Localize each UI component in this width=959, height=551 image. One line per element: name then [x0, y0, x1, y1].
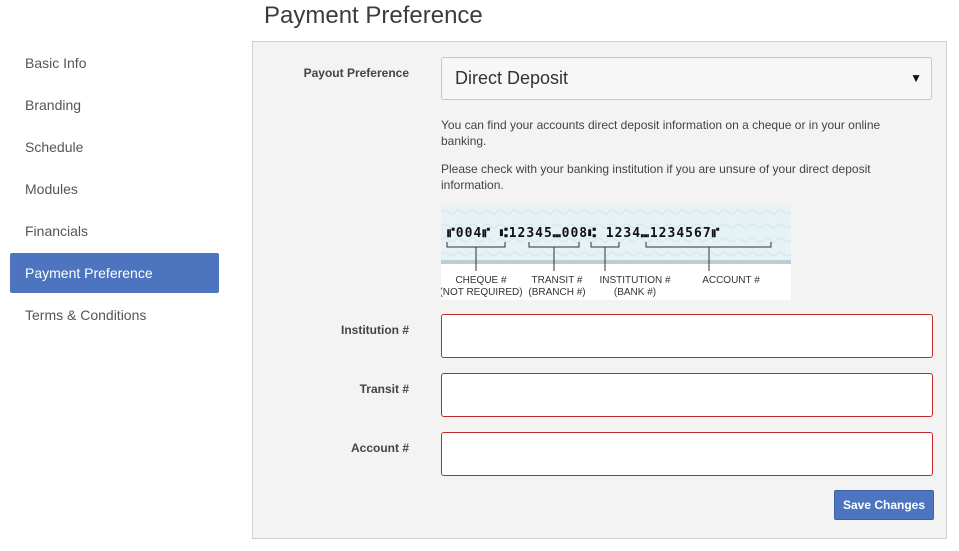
cheque-sub-label: (NOT REQUIRED): [441, 287, 523, 298]
sidebar-item-financials[interactable]: Financials: [10, 211, 219, 251]
caret-down-icon: ▼: [910, 71, 922, 85]
sidebar-item-basic-info[interactable]: Basic Info: [10, 43, 219, 83]
institution-input[interactable]: [441, 314, 933, 358]
payment-form-panel: Payout Preference Direct Deposit ▼ You c…: [252, 41, 947, 539]
micr-line: ⑈004⑈ ⑆12345⑉008⑆ 1234⑉1234567⑈: [447, 226, 720, 241]
transit-label: Transit #: [359, 382, 409, 396]
sidebar-item-terms-conditions[interactable]: Terms & Conditions: [10, 295, 219, 335]
cheque-diagram: ⑈004⑈ ⑆12345⑉008⑆ 1234⑉1234567⑈ CHEQUE #…: [441, 205, 791, 300]
payout-preference-value: Direct Deposit: [455, 68, 569, 88]
payout-preference-label: Payout Preference: [303, 66, 409, 80]
page-title: Payment Preference: [264, 2, 483, 29]
cheque-bottom-strip: [441, 260, 791, 264]
help-text-bank: Please check with your banking instituti…: [441, 162, 871, 192]
save-changes-button[interactable]: Save Changes: [834, 490, 934, 520]
sidebar-item-modules[interactable]: Modules: [10, 169, 219, 209]
transit-input[interactable]: [441, 373, 933, 417]
help-text-cheque: You can find your accounts direct deposi…: [441, 118, 881, 148]
sidebar-item-branding[interactable]: Branding: [10, 85, 219, 125]
sidebar-nav: Basic Info Branding Schedule Modules Fin…: [10, 43, 219, 337]
cheque-label: CHEQUE #: [455, 275, 507, 286]
sidebar-item-payment-preference[interactable]: Payment Preference: [10, 253, 219, 293]
institution-label: Institution #: [341, 323, 409, 337]
transit-sub-label: (BRANCH #): [528, 287, 585, 298]
transit-label: TRANSIT #: [532, 275, 583, 286]
payout-preference-select[interactable]: Direct Deposit ▼: [441, 57, 932, 100]
sidebar-item-schedule[interactable]: Schedule: [10, 127, 219, 167]
account-input[interactable]: [441, 432, 933, 476]
account-label: Account #: [350, 441, 409, 455]
institution-sub-label: (BANK #): [614, 287, 656, 298]
institution-label-diagram: INSTITUTION #: [599, 275, 671, 286]
account-label-diagram: ACCOUNT #: [702, 275, 760, 286]
